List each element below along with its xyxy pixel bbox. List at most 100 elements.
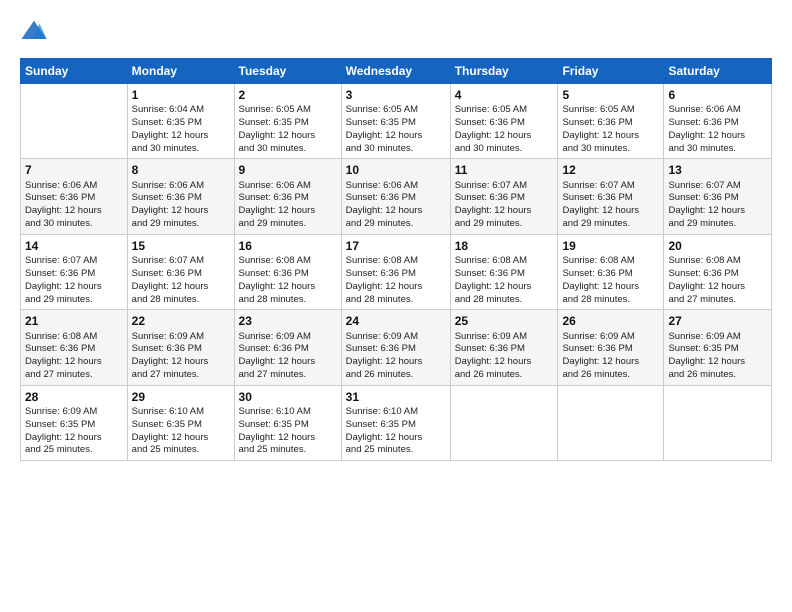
weekday-header-monday: Monday <box>127 59 234 84</box>
calendar-cell <box>450 385 558 460</box>
calendar-cell: 13 Sunrise: 6:07 AM Sunset: 6:36 PM Dayli… <box>664 159 772 234</box>
calendar-cell: 3Sunrise: 6:05 AM Sunset: 6:35 PM Daylig… <box>341 84 450 159</box>
day-number: 11 <box>455 162 554 178</box>
logo <box>20 18 52 46</box>
day-info: Sunrise: 6:08 AM Sunset: 6:36 PM Dayligh… <box>346 255 423 304</box>
day-number: 13 <box>668 162 767 178</box>
day-info: Sunrise: 6:09 AM Sunset: 6:36 PM Dayligh… <box>455 331 532 380</box>
day-info: Sunrise: 6:07 AM Sunset: 6:36 PM Dayligh… <box>25 255 102 304</box>
calendar-cell: 12 Sunrise: 6:07 AM Sunset: 6:36 PM Dayli… <box>558 159 664 234</box>
day-info: Sunrise: 6:07 AM Sunset: 6:36 PM Dayligh… <box>562 180 639 229</box>
day-number: 25 <box>455 313 554 329</box>
day-number: 24 <box>346 313 446 329</box>
day-info: Sunrise: 6:05 AM Sunset: 6:35 PM Dayligh… <box>346 104 423 153</box>
day-number: 9 <box>239 162 337 178</box>
calendar-cell: 23 Sunrise: 6:09 AM Sunset: 6:36 PM Dayli… <box>234 310 341 385</box>
day-info: Sunrise: 6:09 AM Sunset: 6:36 PM Dayligh… <box>562 331 639 380</box>
day-info: Sunrise: 6:09 AM Sunset: 6:36 PM Dayligh… <box>239 331 316 380</box>
day-number: 3 <box>346 87 446 103</box>
calendar-cell: 30Sunrise: 6:10 AM Sunset: 6:35 PM Dayli… <box>234 385 341 460</box>
calendar-cell: 11 Sunrise: 6:07 AM Sunset: 6:36 PM Dayli… <box>450 159 558 234</box>
day-info: Sunrise: 6:09 AM Sunset: 6:35 PM Dayligh… <box>25 406 102 455</box>
day-info: Sunrise: 6:10 AM Sunset: 6:35 PM Dayligh… <box>346 406 423 455</box>
day-info: Sunrise: 6:06 AM Sunset: 6:36 PM Dayligh… <box>668 104 745 153</box>
day-info: Sunrise: 6:08 AM Sunset: 6:36 PM Dayligh… <box>239 255 316 304</box>
day-info: Sunrise: 6:07 AM Sunset: 6:36 PM Dayligh… <box>455 180 532 229</box>
calendar-cell: 6Sunrise: 6:06 AM Sunset: 6:36 PM Daylig… <box>664 84 772 159</box>
day-info: Sunrise: 6:08 AM Sunset: 6:36 PM Dayligh… <box>25 331 102 380</box>
calendar-cell: 27 Sunrise: 6:09 AM Sunset: 6:35 PM Dayli… <box>664 310 772 385</box>
calendar-cell <box>664 385 772 460</box>
calendar-cell: 31Sunrise: 6:10 AM Sunset: 6:35 PM Dayli… <box>341 385 450 460</box>
week-row-3: 14Sunrise: 6:07 AM Sunset: 6:36 PM Dayli… <box>21 234 772 309</box>
day-info: Sunrise: 6:09 AM Sunset: 6:36 PM Dayligh… <box>346 331 423 380</box>
calendar-cell: 20Sunrise: 6:08 AM Sunset: 6:36 PM Dayli… <box>664 234 772 309</box>
calendar-cell: 19Sunrise: 6:08 AM Sunset: 6:36 PM Dayli… <box>558 234 664 309</box>
calendar-cell: 26Sunrise: 6:09 AM Sunset: 6:36 PM Dayli… <box>558 310 664 385</box>
weekday-header-saturday: Saturday <box>664 59 772 84</box>
calendar-cell: 16Sunrise: 6:08 AM Sunset: 6:36 PM Dayli… <box>234 234 341 309</box>
weekday-header-sunday: Sunday <box>21 59 128 84</box>
weekday-header-row: SundayMondayTuesdayWednesdayThursdayFrid… <box>21 59 772 84</box>
calendar-cell: 9Sunrise: 6:06 AM Sunset: 6:36 PM Daylig… <box>234 159 341 234</box>
day-number: 1 <box>132 87 230 103</box>
day-number: 16 <box>239 238 337 254</box>
page: SundayMondayTuesdayWednesdayThursdayFrid… <box>0 0 792 612</box>
day-info: Sunrise: 6:05 AM Sunset: 6:36 PM Dayligh… <box>562 104 639 153</box>
day-number: 7 <box>25 162 123 178</box>
calendar-cell: 17Sunrise: 6:08 AM Sunset: 6:36 PM Dayli… <box>341 234 450 309</box>
day-number: 19 <box>562 238 659 254</box>
day-info: Sunrise: 6:07 AM Sunset: 6:36 PM Dayligh… <box>668 180 745 229</box>
calendar-cell <box>558 385 664 460</box>
calendar-cell: 28Sunrise: 6:09 AM Sunset: 6:35 PM Dayli… <box>21 385 128 460</box>
day-number: 29 <box>132 389 230 405</box>
calendar-cell: 1Sunrise: 6:04 AM Sunset: 6:35 PM Daylig… <box>127 84 234 159</box>
day-info: Sunrise: 6:09 AM Sunset: 6:36 PM Dayligh… <box>132 331 209 380</box>
day-number: 23 <box>239 313 337 329</box>
day-info: Sunrise: 6:10 AM Sunset: 6:35 PM Dayligh… <box>239 406 316 455</box>
week-row-4: 21Sunrise: 6:08 AM Sunset: 6:36 PM Dayli… <box>21 310 772 385</box>
calendar-cell: 21Sunrise: 6:08 AM Sunset: 6:36 PM Dayli… <box>21 310 128 385</box>
calendar-cell: 18Sunrise: 6:08 AM Sunset: 6:36 PM Dayli… <box>450 234 558 309</box>
week-row-5: 28Sunrise: 6:09 AM Sunset: 6:35 PM Dayli… <box>21 385 772 460</box>
calendar-cell: 24 Sunrise: 6:09 AM Sunset: 6:36 PM Dayli… <box>341 310 450 385</box>
day-number: 22 <box>132 313 230 329</box>
week-row-2: 7 Sunrise: 6:06 AM Sunset: 6:36 PM Daylig… <box>21 159 772 234</box>
day-info: Sunrise: 6:05 AM Sunset: 6:36 PM Dayligh… <box>455 104 532 153</box>
calendar-cell: 8Sunrise: 6:06 AM Sunset: 6:36 PM Daylig… <box>127 159 234 234</box>
day-number: 5 <box>562 87 659 103</box>
weekday-header-tuesday: Tuesday <box>234 59 341 84</box>
day-info: Sunrise: 6:06 AM Sunset: 6:36 PM Dayligh… <box>25 180 102 229</box>
week-row-1: 1Sunrise: 6:04 AM Sunset: 6:35 PM Daylig… <box>21 84 772 159</box>
calendar-cell: 4Sunrise: 6:05 AM Sunset: 6:36 PM Daylig… <box>450 84 558 159</box>
day-info: Sunrise: 6:09 AM Sunset: 6:35 PM Dayligh… <box>668 331 745 380</box>
calendar-cell: 15Sunrise: 6:07 AM Sunset: 6:36 PM Dayli… <box>127 234 234 309</box>
calendar-cell: 14Sunrise: 6:07 AM Sunset: 6:36 PM Dayli… <box>21 234 128 309</box>
calendar-cell: 25 Sunrise: 6:09 AM Sunset: 6:36 PM Dayli… <box>450 310 558 385</box>
day-number: 18 <box>455 238 554 254</box>
day-number: 17 <box>346 238 446 254</box>
day-info: Sunrise: 6:04 AM Sunset: 6:35 PM Dayligh… <box>132 104 209 153</box>
day-number: 15 <box>132 238 230 254</box>
day-number: 6 <box>668 87 767 103</box>
day-info: Sunrise: 6:08 AM Sunset: 6:36 PM Dayligh… <box>455 255 532 304</box>
day-number: 4 <box>455 87 554 103</box>
header <box>20 18 772 46</box>
day-number: 27 <box>668 313 767 329</box>
calendar-cell: 7 Sunrise: 6:06 AM Sunset: 6:36 PM Daylig… <box>21 159 128 234</box>
calendar-cell: 10Sunrise: 6:06 AM Sunset: 6:36 PM Dayli… <box>341 159 450 234</box>
day-info: Sunrise: 6:08 AM Sunset: 6:36 PM Dayligh… <box>668 255 745 304</box>
day-number: 28 <box>25 389 123 405</box>
day-number: 20 <box>668 238 767 254</box>
calendar-cell <box>21 84 128 159</box>
logo-icon <box>20 18 48 46</box>
weekday-header-wednesday: Wednesday <box>341 59 450 84</box>
calendar-cell: 22 Sunrise: 6:09 AM Sunset: 6:36 PM Dayli… <box>127 310 234 385</box>
day-number: 2 <box>239 87 337 103</box>
weekday-header-friday: Friday <box>558 59 664 84</box>
day-info: Sunrise: 6:07 AM Sunset: 6:36 PM Dayligh… <box>132 255 209 304</box>
day-info: Sunrise: 6:06 AM Sunset: 6:36 PM Dayligh… <box>346 180 423 229</box>
day-number: 12 <box>562 162 659 178</box>
day-info: Sunrise: 6:10 AM Sunset: 6:35 PM Dayligh… <box>132 406 209 455</box>
day-number: 8 <box>132 162 230 178</box>
